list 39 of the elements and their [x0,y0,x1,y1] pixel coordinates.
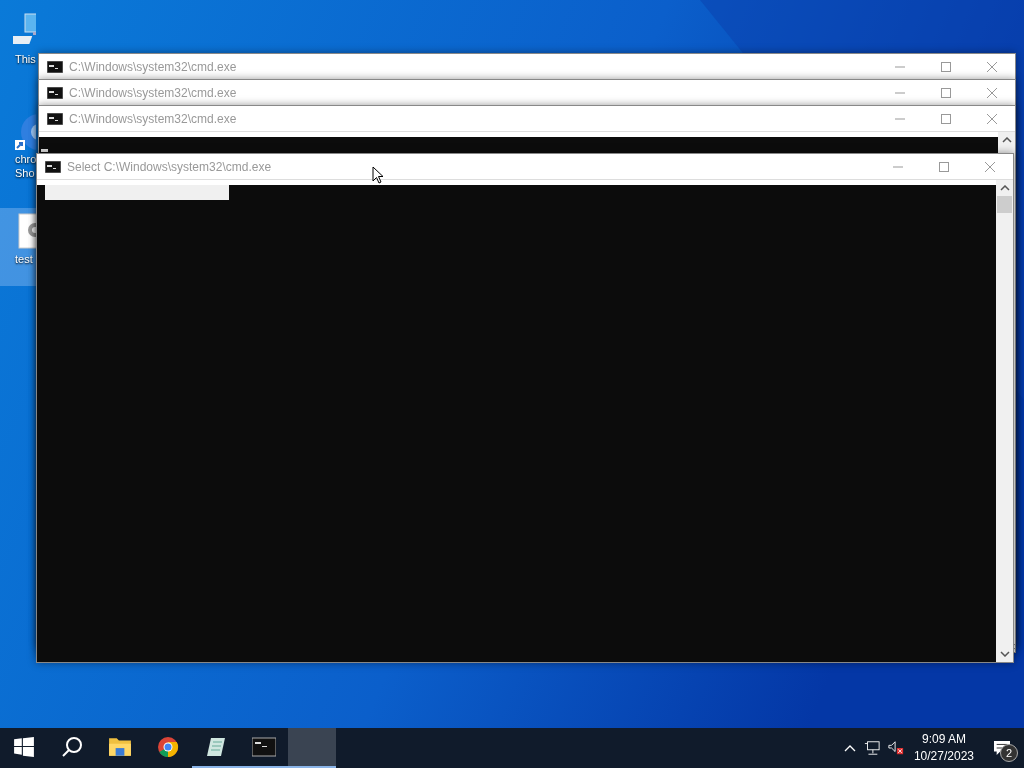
desktop-icon-label: chro [15,152,36,166]
console-icon [45,160,61,173]
scroll-up-icon[interactable] [999,185,1010,191]
desktop-icon[interactable]: This [0,8,36,86]
console-icon [47,60,63,73]
window-title: C:\Windows\system32\cmd.exe [69,111,237,126]
scroll-up-icon[interactable] [1001,137,1012,143]
close-icon [986,112,998,125]
close-icon [984,160,996,173]
console-icon [47,86,63,99]
window-title: Select C:\Windows\system32\cmd.exe [67,159,272,174]
console-icon [47,112,63,125]
text-cursor [41,149,48,152]
search-icon [60,736,84,758]
scroll-down-icon[interactable] [999,651,1010,657]
notification-count: 2 [1000,744,1018,762]
close-icon [986,60,998,73]
desktop-icon-label: test [15,252,33,266]
window-title: C:\Windows\system32\cmd.exe [69,85,237,100]
maximize-icon [938,160,950,173]
chevron-up-icon[interactable] [843,744,856,752]
console-icon [252,736,276,758]
volume-muted-icon[interactable] [887,740,904,756]
network-icon[interactable] [863,740,880,756]
chrome-icon [156,736,180,758]
windows-start-icon [12,736,36,758]
maximize-icon [940,112,952,125]
scrollbar[interactable] [996,180,1013,662]
notepad-icon [204,736,228,758]
desktop-icon-label: Sho [15,166,35,180]
clock[interactable]: 9:09 AM 10/27/2023 [907,731,980,765]
close-icon [986,86,998,99]
folder-icon [108,736,132,758]
scroll-thumb[interactable] [997,196,1012,213]
desktop-icon-label: This [15,52,36,66]
maximize-icon [940,60,952,73]
notifications-button[interactable]: 2 [980,728,1024,768]
maximize-icon [940,86,952,99]
window-title: C:\Windows\system32\cmd.exe [69,59,237,74]
